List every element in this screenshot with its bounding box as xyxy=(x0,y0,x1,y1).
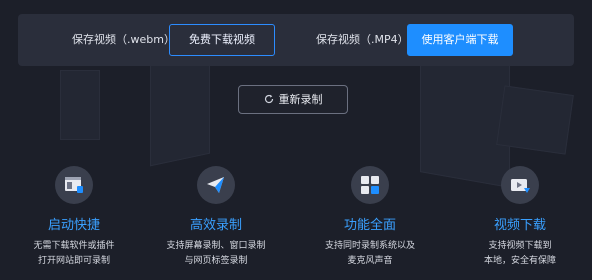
rerecord-label: 重新录制 xyxy=(278,93,323,106)
features-section: 启动快捷 无需下载软件或插件 打开网站即可录制 高效录制 支持屏幕录制、窗口录制… xyxy=(0,166,592,280)
client-download-button[interactable]: 使用客户端下载 xyxy=(407,24,513,56)
feature-title: 高效录制 xyxy=(189,218,242,233)
feature-efficient-recording: 高效录制 支持屏幕录制、窗口录制 与网页标签录制 xyxy=(142,166,290,269)
feature-title: 视频下载 xyxy=(493,218,546,233)
feature-title: 功能全面 xyxy=(343,218,396,233)
paper-plane-icon xyxy=(197,166,235,204)
feature-desc-line: 支持同时录制系统以及 xyxy=(324,241,415,251)
feature-quick-start: 启动快捷 无需下载软件或插件 打开网站即可录制 xyxy=(0,166,148,269)
video-download-icon xyxy=(501,166,539,204)
download-panel: 保存视频（.webm） 免费下载视频 保存视频（.MP4） 使用客户端下载 xyxy=(18,14,574,66)
feature-desc-line: 打开网站即可录制 xyxy=(37,256,110,266)
feature-desc-line: 与网页标签录制 xyxy=(184,256,248,266)
feature-video-download: 视频下载 支持视频下载到 本地，安全有保障 xyxy=(446,166,592,269)
feature-desc-line: 支持视频下载到 xyxy=(488,241,552,251)
mp4-save-label: 保存视频（.MP4） xyxy=(316,33,409,46)
feature-desc-line: 支持屏幕录制、窗口录制 xyxy=(166,241,266,251)
feature-desc-line: 本地，安全有保障 xyxy=(483,256,556,266)
feature-title: 启动快捷 xyxy=(47,218,100,233)
feature-desc-line: 麦克风声音 xyxy=(347,256,393,266)
webm-save-label: 保存视频（.webm） xyxy=(72,33,175,46)
feature-full-featured: 功能全面 支持同时录制系统以及 麦克风声音 xyxy=(296,166,444,269)
refresh-icon xyxy=(264,86,274,113)
grid-icon xyxy=(351,166,389,204)
free-download-button[interactable]: 免费下载视频 xyxy=(169,24,275,56)
feature-desc-line: 无需下载软件或插件 xyxy=(33,241,115,251)
rerecord-button[interactable]: 重新录制 xyxy=(238,85,348,114)
quick-start-icon xyxy=(55,166,93,204)
